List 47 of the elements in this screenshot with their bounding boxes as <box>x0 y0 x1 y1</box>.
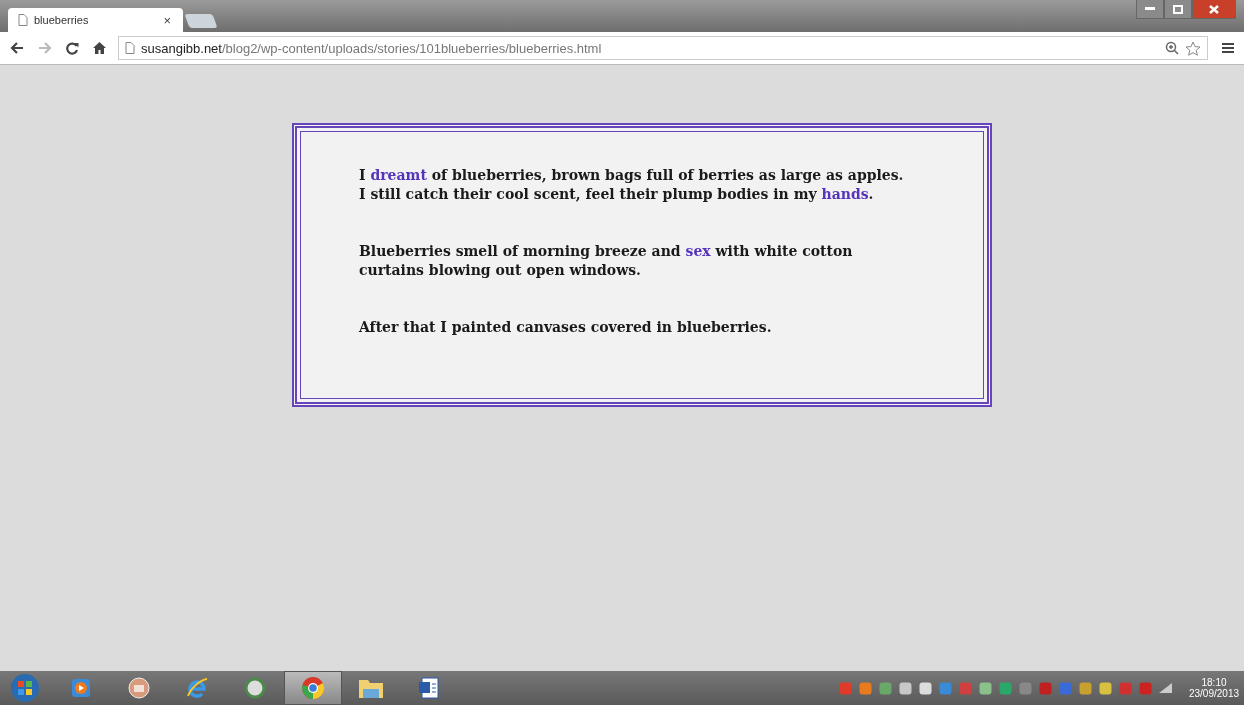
signal-icon[interactable] <box>1159 683 1172 693</box>
forward-icon[interactable] <box>38 42 52 54</box>
text-link[interactable]: hands <box>821 186 869 202</box>
tray-icon[interactable] <box>1099 681 1112 695</box>
text-link[interactable]: dreamt <box>370 167 427 183</box>
document-icon <box>418 677 440 699</box>
ring-icon <box>244 677 266 699</box>
minimize-button[interactable] <box>1136 0 1164 19</box>
chrome-icon <box>301 676 325 700</box>
new-tab-button[interactable] <box>184 14 218 28</box>
text-link[interactable]: sex <box>685 243 711 259</box>
clock-time: 18:10 <box>1201 677 1227 688</box>
browser-e-icon <box>185 676 209 700</box>
maximize-button[interactable] <box>1164 0 1192 19</box>
play-icon <box>71 678 91 698</box>
tray-icon[interactable] <box>859 681 872 695</box>
maximize-icon <box>1173 4 1183 14</box>
page-icon <box>18 14 28 26</box>
tray-icon[interactable] <box>999 681 1012 695</box>
paragraph: Blueberries smell of morning breeze and sex with white cotton curtains blowing out open windows. <box>359 242 854 280</box>
close-tab-button[interactable]: × <box>161 12 173 28</box>
home-icon[interactable] <box>93 42 106 54</box>
clock-date: 23/09/2013 <box>1188 688 1240 699</box>
clock[interactable]: 18:10 23/09/2013 <box>1184 677 1244 699</box>
back-icon[interactable] <box>10 42 24 54</box>
disc-icon <box>128 677 150 699</box>
tray-icon[interactable] <box>979 681 992 695</box>
tray-icon[interactable] <box>879 681 892 695</box>
minimize-icon <box>1145 7 1155 11</box>
page-icon <box>125 42 135 54</box>
paragraph: After that I painted canvases covered in blueberries. <box>359 318 773 337</box>
close-button[interactable] <box>1192 0 1236 19</box>
taskbar-app-button[interactable] <box>284 671 342 705</box>
tray-icon[interactable] <box>919 681 932 695</box>
tray-icon[interactable] <box>899 681 912 695</box>
star-icon[interactable] <box>1185 40 1201 56</box>
start-button[interactable] <box>8 673 42 703</box>
menu-icon[interactable] <box>1222 42 1234 54</box>
paragraph: I dreamt of blueberries, brown bags full of berries as large as apples. I still catch their cool scent, feel their plump bodies in my hands. <box>359 166 905 204</box>
zoom-icon[interactable] <box>1165 41 1179 55</box>
reload-icon[interactable] <box>66 41 79 55</box>
folder-icon <box>358 677 384 699</box>
browser-tab[interactable]: blueberries × <box>8 8 183 32</box>
tab-title: blueberries <box>34 14 90 26</box>
address-bar[interactable]: susangibb.net/blog2/wp-content/uploads/stories/101blueberries/blueberries.html <box>118 36 1208 60</box>
tray-icon[interactable] <box>1079 681 1092 695</box>
close-icon <box>1209 4 1219 14</box>
